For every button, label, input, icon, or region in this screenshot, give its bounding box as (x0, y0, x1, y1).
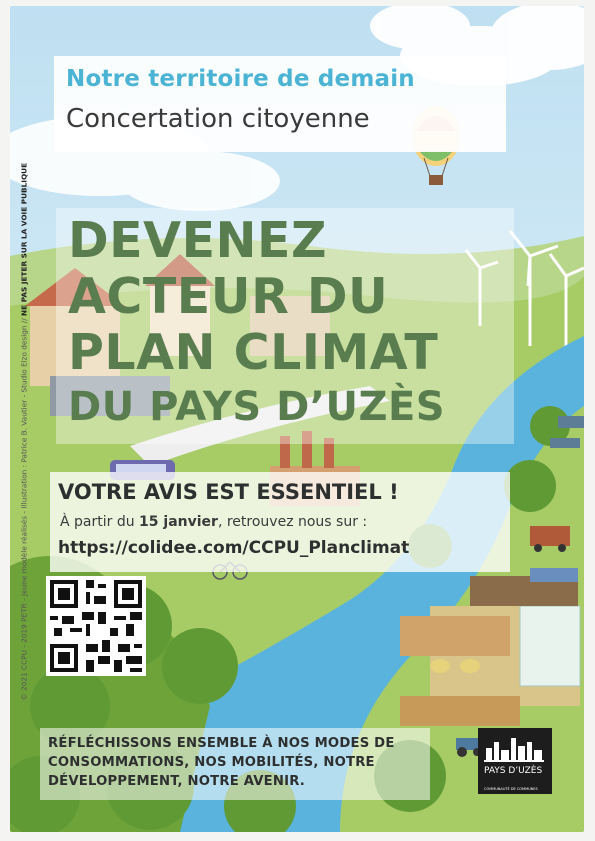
headline-panel: DEVENEZ ACTEUR DU PLAN CLIMAT DU PAYS D’… (56, 208, 514, 444)
callout-title: VOTRE AVIS EST ESSENTIEL ! (58, 480, 399, 504)
headline-line-4: DU PAYS D’UZÈS (68, 384, 446, 430)
headline-line-1: DEVENEZ (68, 212, 328, 269)
callout-panel: VOTRE AVIS EST ESSENTIEL ! À partir du 1… (50, 472, 510, 572)
callout-date-suffix: , retrouvez nous sur : (217, 514, 368, 530)
skyline-icon (484, 738, 544, 762)
side-credit-text: © 2021 CCPU - 2019 PETR - Jeune modèle r… (19, 318, 29, 701)
callout-date: 15 janvier (139, 514, 218, 530)
side-credit: © 2021 CCPU - 2019 PETR - Jeune modèle r… (20, 163, 29, 701)
qr-code[interactable] (46, 576, 146, 676)
page-subtitle: Concertation citoyenne (66, 104, 370, 134)
pays-duzes-logo: PAYS D’UZÈS COMMUNAUTÉ DE COMMUNES (478, 728, 552, 794)
page-title: Notre territoire de demain (66, 66, 415, 92)
poster: Notre territoire de demain Concertation … (10, 6, 584, 832)
logo-name: PAYS D’UZÈS (484, 766, 543, 776)
headline-line-3: PLAN CLIMAT (68, 324, 439, 381)
logo-subtitle: COMMUNAUTÉ DE COMMUNES (484, 787, 538, 791)
footer-panel: RÉFLÉCHISSONS ENSEMBLE À NOS MODES DE CO… (40, 728, 430, 800)
callout-date-prefix: À partir du (60, 514, 135, 530)
header-panel: Notre territoire de demain Concertation … (54, 56, 506, 152)
litter-warning: NE PAS JETER SUR LA VOIE PUBLIQUE (19, 162, 29, 316)
footer-message: RÉFLÉCHISSONS ENSEMBLE À NOS MODES DE CO… (48, 736, 395, 789)
callout-date-line: À partir du 15 janvier, retrouvez nous s… (60, 514, 367, 530)
website-link[interactable]: https://colidee.com/CCPU_Planclimat (58, 538, 409, 558)
headline-line-2: ACTEUR DU (68, 268, 389, 325)
